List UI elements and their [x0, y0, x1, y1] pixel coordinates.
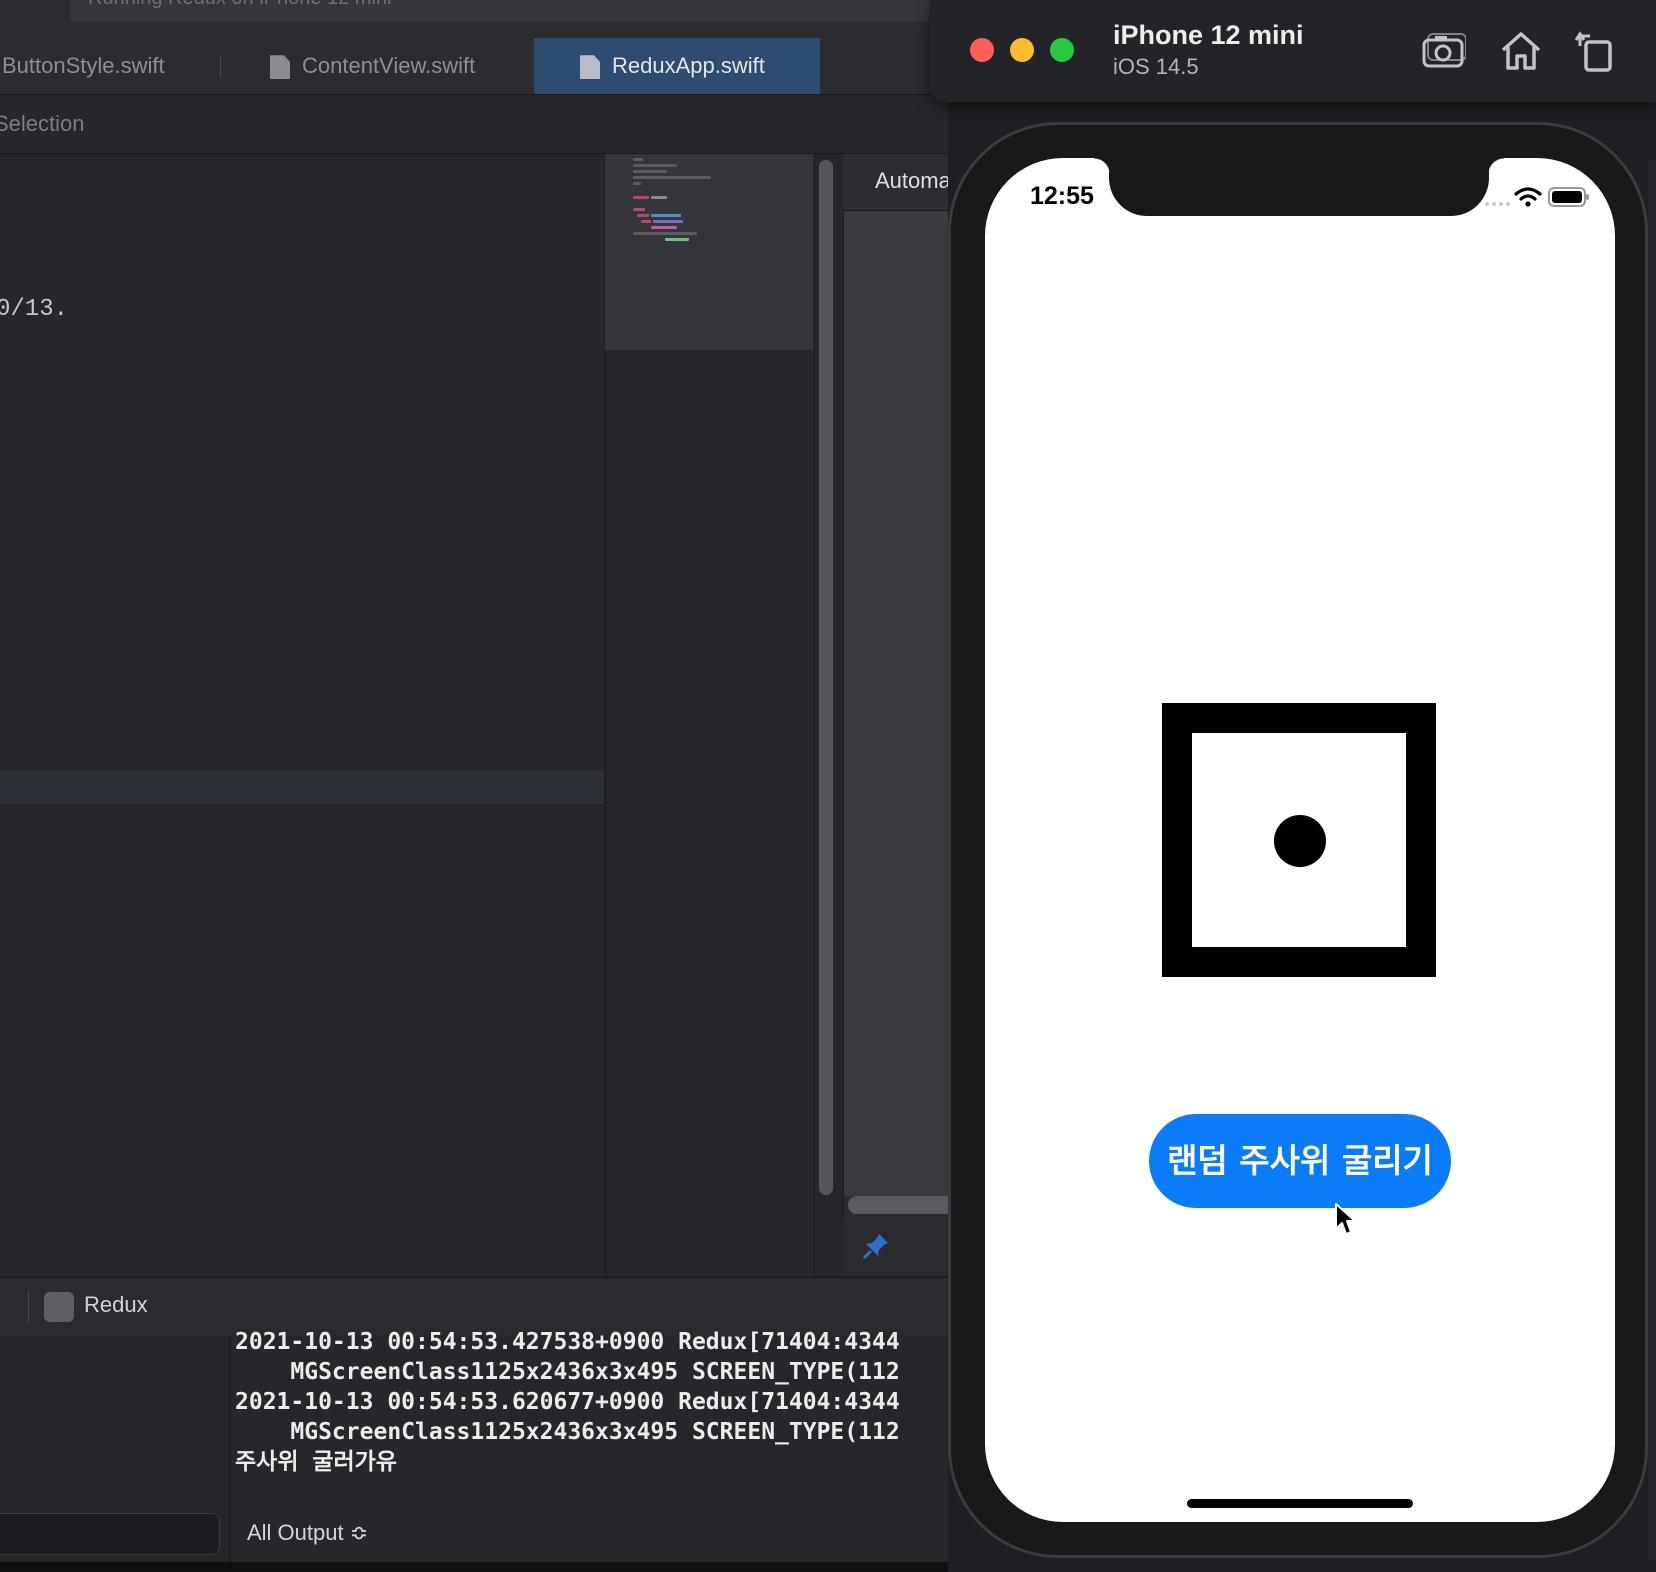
output-filter-dropdown[interactable]: All Output ≎: [247, 1520, 368, 1546]
pin-icon[interactable]: [862, 1232, 890, 1260]
home-indicator[interactable]: [1187, 1499, 1413, 1508]
inspector-header[interactable]: Automat: [843, 154, 963, 211]
tab-label: ButtonStyle.swift: [2, 53, 165, 78]
roll-dice-button[interactable]: 랜덤 주사위 굴리기: [1149, 1114, 1451, 1208]
dice-pip: [1274, 815, 1326, 867]
status-bar-time: 12:55: [1030, 182, 1094, 210]
tab-label: ReduxApp.swift: [612, 53, 765, 78]
console[interactable]: 2021-10-13 00:54:53.427538+0900 Redux[71…: [231, 1329, 971, 1572]
variables-view: [0, 1335, 231, 1572]
swift-file-icon: [270, 55, 290, 80]
tab-label: ContentView.swift: [302, 53, 476, 78]
zoom-button[interactable]: [1050, 38, 1074, 62]
simulator-titlebar: [930, 0, 1656, 102]
code-editor[interactable]: [0, 154, 604, 1276]
device-name: iPhone 12 mini: [1113, 20, 1304, 50]
inspector-footer: [843, 1218, 963, 1276]
current-line-highlight: [0, 771, 604, 804]
jump-bar[interactable]: Selection: [0, 95, 950, 154]
activity-title: Running Redux on iPhone 12 mini: [88, 0, 392, 9]
console-output: 2021-10-13 00:54:53.427538+0900 Redux[71…: [235, 1329, 900, 1475]
inspector-title: Automat: [875, 168, 957, 193]
os-version: iOS 14.5: [1113, 54, 1199, 79]
notch: [1109, 150, 1489, 216]
tab-reduxapp[interactable]: ReduxApp.swift: [534, 38, 820, 94]
minimize-button[interactable]: [1010, 38, 1034, 62]
preview-canvas[interactable]: [844, 211, 963, 1196]
tab-divider: [220, 56, 221, 78]
scrollbar-thumb[interactable]: [819, 160, 833, 1195]
notch-corner: [1094, 158, 1110, 174]
signal-dots-icon: [1485, 202, 1510, 206]
editor-tab-bar: ButtonStyle.swift ContentView.swift Redu…: [0, 38, 950, 95]
jump-bar-label: Selection: [0, 111, 85, 136]
tab-buttonstyle[interactable]: ButtonStyle.swift: [2, 38, 165, 94]
code-line: 0/13.: [0, 296, 69, 323]
divider: [28, 1292, 29, 1322]
filter-field[interactable]: [0, 1513, 220, 1555]
window-edge: [1648, 160, 1656, 1560]
activity-view: Running Redux on iPhone 12 mini: [70, 0, 950, 22]
screenshot-icon[interactable]: [1420, 28, 1466, 74]
debug-scheme[interactable]: Redux: [84, 1292, 148, 1318]
notch-corner: [1488, 158, 1504, 174]
rotate-icon[interactable]: [1572, 28, 1618, 74]
swift-file-icon: [580, 55, 600, 80]
home-icon[interactable]: [1498, 28, 1544, 74]
wifi-icon: [1514, 187, 1542, 207]
tab-contentview[interactable]: ContentView.swift: [270, 38, 475, 94]
close-button[interactable]: [970, 38, 994, 62]
horizontal-scrollbar[interactable]: [848, 1196, 958, 1214]
app-icon: [44, 1292, 74, 1322]
minimap-viewport[interactable]: [605, 154, 813, 350]
mouse-cursor-icon: [1335, 1203, 1356, 1235]
battery-icon: [1548, 187, 1589, 207]
